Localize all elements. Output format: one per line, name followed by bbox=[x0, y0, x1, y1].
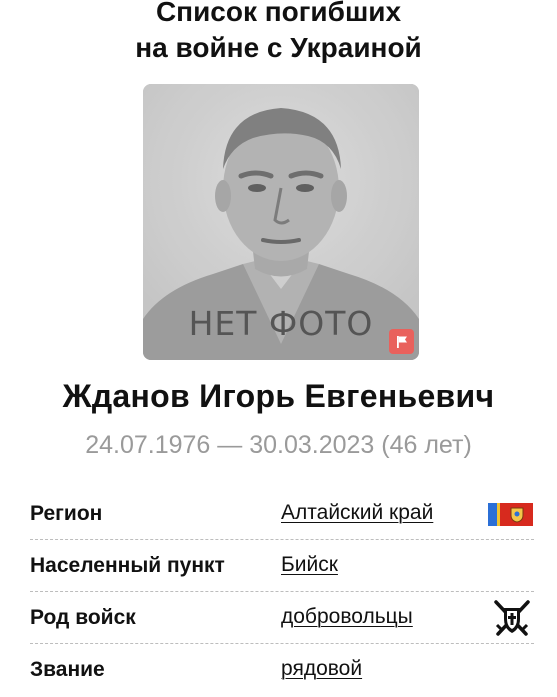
no-photo-label: НЕТ ФОТО bbox=[188, 304, 374, 343]
page-title-line2: на войне с Украиной bbox=[135, 32, 422, 63]
person-photo-placeholder: НЕТ ФОТО bbox=[143, 84, 419, 360]
rank-link[interactable]: рядовой bbox=[281, 656, 362, 682]
region-link[interactable]: Алтайский край bbox=[281, 500, 433, 526]
details-table: Регион Алтайский край Населенный пункт Б… bbox=[30, 488, 534, 696]
table-row: Звание рядовой bbox=[30, 644, 534, 696]
table-row: Род войск добровольцы bbox=[30, 592, 534, 644]
flag-icon bbox=[396, 335, 407, 348]
settlement-label: Населенный пункт bbox=[30, 554, 225, 577]
person-name: Жданов Игорь Евгеньевич bbox=[62, 378, 495, 414]
volunteers-emblem-icon bbox=[492, 600, 532, 643]
life-dates: 24.07.1976 — 30.03.2023 (46 лет) bbox=[85, 431, 472, 459]
page-title: Список погибших на войне с Украиной bbox=[0, 0, 557, 66]
rank-label: Звание bbox=[30, 658, 105, 681]
report-flag-button[interactable] bbox=[389, 329, 414, 354]
region-flag-icon bbox=[488, 503, 533, 526]
settlement-link[interactable]: Бийск bbox=[281, 552, 338, 578]
table-row: Населенный пункт Бийск bbox=[30, 540, 534, 592]
branch-link[interactable]: добровольцы bbox=[281, 604, 413, 630]
table-row: Регион Алтайский край bbox=[30, 488, 534, 540]
branch-label: Род войск bbox=[30, 606, 136, 629]
region-label: Регион bbox=[30, 502, 103, 525]
page-title-line1: Список погибших bbox=[155, 0, 402, 27]
